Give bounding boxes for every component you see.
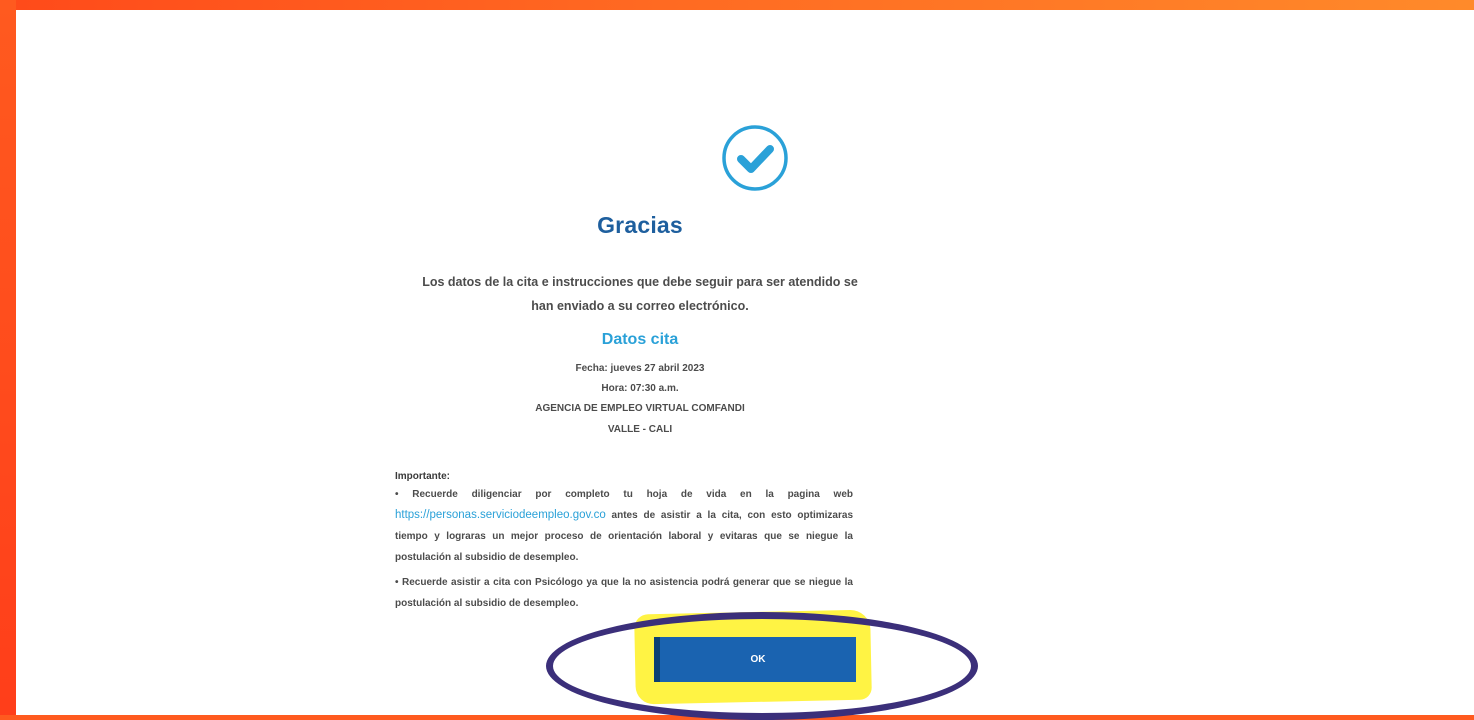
note-2: • Recuerde asistir a cita con Psicólogo … [395, 577, 853, 609]
dialog-title: Gracias [597, 212, 683, 238]
orange-frame-left [0, 0, 16, 715]
serviciodeempleo-link[interactable]: https://personas.serviciodeempleo.gov.co [395, 509, 606, 521]
message-line-1: Los datos de la cita e instrucciones que… [422, 275, 858, 289]
datos-cita-heading: Datos cita [601, 331, 679, 348]
note-1: • Recuerde diligenciar por completo tu h… [395, 484, 853, 568]
confirmation-message: Los datos de la cita e instrucciones que… [410, 270, 870, 318]
appointment-agency: AGENCIA DE EMPLEO VIRTUAL COMFANDI [535, 403, 745, 414]
appointment-date: Fecha: jueves 27 abril 2023 [575, 363, 705, 374]
orange-frame-top [0, 0, 1474, 10]
appointment-location: VALLE - CALI [607, 424, 673, 435]
check-circle-icon [722, 125, 788, 191]
note-1-text-before: • Recuerde diligenciar por completo tu h… [395, 489, 853, 500]
importante-heading: Importante: [395, 471, 450, 482]
ok-button[interactable]: OK [654, 637, 856, 682]
message-line-2: han enviado a su correo electrónico. [531, 299, 749, 313]
appointment-time: Hora: 07:30 a.m. [601, 383, 679, 394]
